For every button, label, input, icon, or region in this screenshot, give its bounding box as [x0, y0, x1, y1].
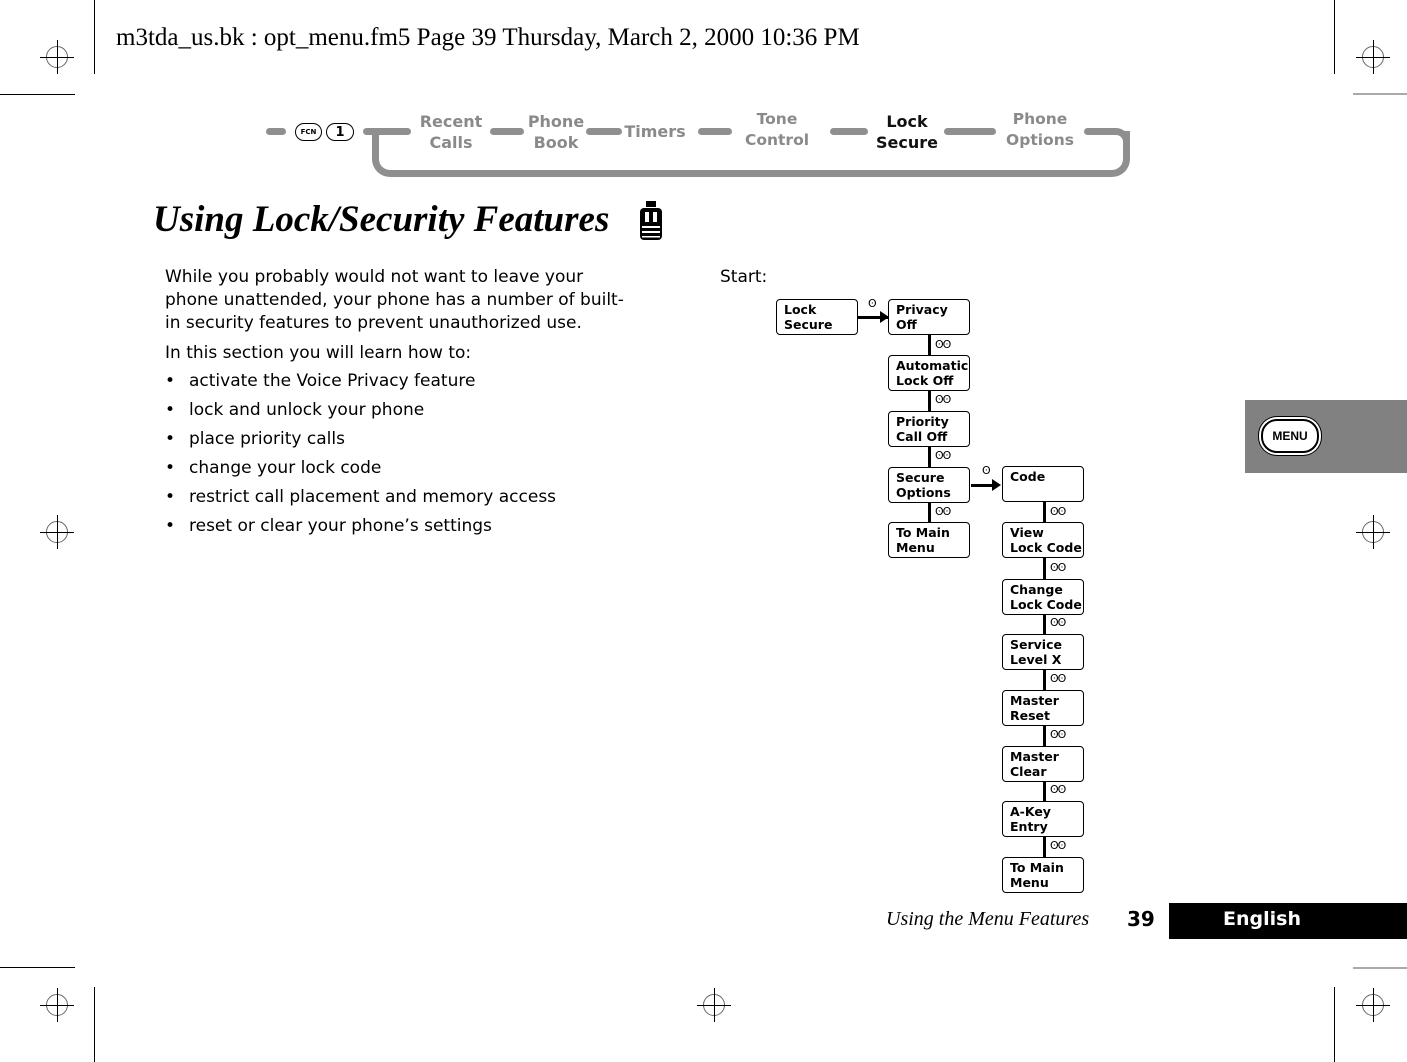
nav-item-timers[interactable]: Timers	[624, 121, 686, 142]
nav-item-phone-options[interactable]: Phone Options	[1004, 109, 1076, 151]
diagram-box-sub: Change Lock Code	[1002, 579, 1084, 615]
nav-item-recent-calls[interactable]: Recent Calls	[415, 111, 487, 153]
scroll-keys-icon: ʘʘ	[1050, 616, 1066, 629]
diagram-connector	[1043, 837, 1046, 857]
scroll-keys-icon: ʘʘ	[1050, 728, 1066, 741]
diagram-box-main: Priority Call Off	[888, 411, 970, 447]
diagram-box-main: Privacy Off	[888, 299, 970, 335]
nav-connector	[944, 128, 996, 135]
diagram-connector	[928, 335, 931, 355]
list-item: place priority calls	[165, 425, 556, 454]
learn-heading: In this section you will learn how to:	[165, 343, 472, 363]
diagram-connector	[928, 503, 931, 522]
list-item: restrict call placement and memory acces…	[165, 483, 556, 512]
crop-mark	[1334, 987, 1335, 1062]
diagram-box-lock-secure: Lock Secure	[776, 299, 858, 335]
scroll-keys-icon: ʘʘ	[935, 449, 951, 462]
language-tab: English	[1169, 903, 1407, 939]
diagram-box-main: To Main Menu	[888, 522, 970, 558]
diagram-connector	[1043, 615, 1046, 634]
scroll-keys-icon: ʘʘ	[935, 505, 951, 518]
select-key-icon: ʘ	[982, 464, 991, 477]
diagram-box-sub: A-Key Entry	[1002, 801, 1084, 837]
page-title: Using Lock/Security Features	[153, 199, 610, 240]
diagram-box-sub: To Main Menu	[1002, 857, 1084, 893]
menu-key-icon: MENU	[1261, 419, 1319, 453]
diagram-connector	[1043, 726, 1046, 746]
diagram-box-sub: Service Level X	[1002, 634, 1084, 670]
nav-item-lock-secure[interactable]: Lock Secure	[874, 111, 940, 153]
arrow-right-icon	[992, 479, 1001, 491]
language-label: English	[1223, 908, 1301, 930]
diagram-connector	[1043, 558, 1046, 579]
scroll-keys-icon: ʘʘ	[1050, 561, 1066, 574]
nav-connector	[1084, 128, 1116, 135]
nav-connector	[586, 128, 622, 135]
menu-side-tab: MENU	[1245, 400, 1407, 473]
registration-mark-icon	[40, 515, 74, 549]
list-item: lock and unlock your phone	[165, 396, 556, 425]
nav-connector	[830, 128, 868, 135]
scroll-keys-icon: ʘʘ	[935, 393, 951, 406]
list-item: reset or clear your phone’s settings	[165, 512, 556, 541]
crop-mark	[94, 987, 95, 1062]
list-item: activate the Voice Privacy feature	[165, 367, 556, 396]
nav-item-phone-book[interactable]: Phone Book	[522, 111, 590, 153]
menu-nav-strip: FCN 1 Recent Calls Phone Book Timers Ton…	[0, 0, 1407, 190]
diagram-connector	[1043, 670, 1046, 690]
diagram-connector	[928, 391, 931, 411]
lock-icon	[636, 200, 666, 242]
diagram-connector	[928, 447, 931, 467]
diagram-box-sub: Master Reset	[1002, 690, 1084, 726]
registration-mark-icon	[697, 988, 731, 1022]
diagram-connector	[1043, 502, 1046, 522]
registration-mark-icon	[1356, 515, 1390, 549]
registration-mark-icon	[40, 988, 74, 1022]
scroll-keys-icon: ʘʘ	[1050, 783, 1066, 796]
start-label: Start:	[720, 267, 768, 287]
diagram-box-sub: View Lock Code	[1002, 522, 1084, 558]
select-key-icon: ʘ	[868, 297, 877, 310]
scroll-keys-icon: ʘʘ	[935, 338, 951, 351]
footer-section-title: Using the Menu Features	[886, 908, 1090, 930]
crop-mark	[1353, 967, 1407, 969]
nav-connector	[490, 128, 524, 135]
diagram-box-sub: Code	[1002, 466, 1084, 502]
list-item: change your lock code	[165, 454, 556, 483]
crop-mark	[0, 967, 75, 968]
one-key-icon: 1	[326, 123, 354, 141]
diagram-connector	[1043, 782, 1046, 801]
scroll-keys-icon: ʘʘ	[1050, 672, 1066, 685]
fcn-key-icon: FCN	[295, 123, 322, 141]
diagram-box-main: Secure Options	[888, 467, 970, 503]
feature-list: activate the Voice Privacy feature lock …	[165, 367, 556, 541]
nav-connector	[698, 128, 732, 135]
scroll-keys-icon: ʘʘ	[1050, 505, 1066, 518]
nav-connector	[266, 128, 286, 135]
diagram-box-sub: Master Clear	[1002, 746, 1084, 782]
registration-mark-icon	[1356, 988, 1390, 1022]
scroll-keys-icon: ʘʘ	[1050, 839, 1066, 852]
diagram-box-main: Automatic Lock Off	[888, 355, 970, 391]
page-number: 39	[1127, 907, 1155, 931]
intro-paragraph: While you probably would not want to lea…	[165, 267, 624, 333]
nav-item-tone-control[interactable]: Tone Control	[744, 109, 810, 151]
